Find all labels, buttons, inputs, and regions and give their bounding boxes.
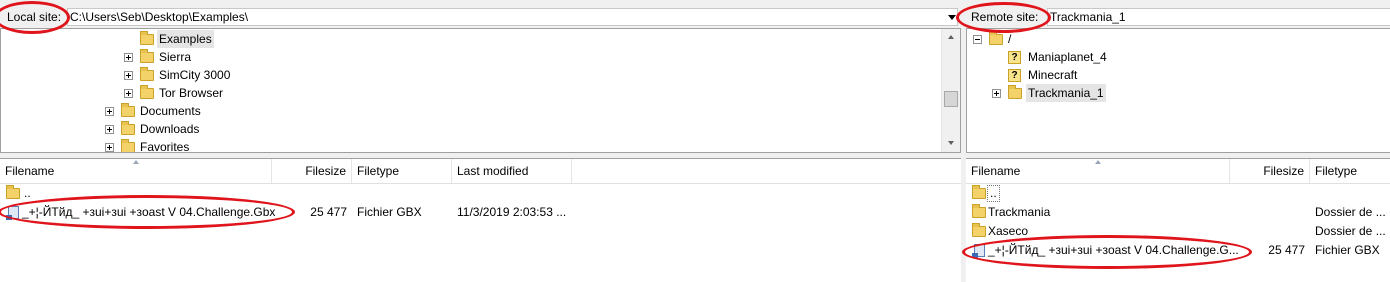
gbx-file-icon: [972, 244, 985, 258]
file-type: Dossier de ...: [1315, 205, 1386, 219]
tree-item-label: Sierra: [159, 50, 192, 64]
local-directory-tree[interactable]: Examples Sierra SimCity 3000 Tor Browser…: [0, 28, 961, 153]
column-filetype[interactable]: Filetype: [352, 159, 452, 183]
expand-icon[interactable]: [105, 143, 114, 152]
file-row-xaseco[interactable]: Xaseco Dossier de ...: [966, 222, 1390, 241]
tree-item-label: Documents: [140, 104, 201, 118]
column-last-modified[interactable]: Last modified: [452, 159, 572, 183]
column-filesize[interactable]: Filesize: [272, 159, 352, 183]
file-row-challenge-gbx[interactable]: _+¦-ЙТйд_ +зui+зui +зoast V 04.Challenge…: [0, 203, 961, 222]
remote-path-input[interactable]: Trackmania_1: [1047, 8, 1390, 26]
file-row-parent[interactable]: ..: [966, 184, 1390, 203]
remote-directory-tree[interactable]: / ? Maniaplanet_4 ? Minecraft Trackmania…: [966, 28, 1390, 153]
unknown-folder-icon: ?: [1008, 69, 1021, 82]
scroll-down-icon[interactable]: [948, 141, 954, 145]
tree-item-label: Favorites: [140, 140, 190, 153]
file-type: Fichier GBX: [357, 205, 422, 219]
file-row-parent[interactable]: ..: [0, 184, 961, 203]
file-name: _+¦-ЙТйд_ +зui+зui +зoast V 04.Challenge…: [22, 205, 276, 219]
expand-icon[interactable]: [124, 89, 133, 98]
tree-item-trackmania-1[interactable]: Trackmania_1: [967, 84, 1390, 102]
scroll-thumb[interactable]: [944, 91, 958, 107]
folder-icon: [140, 85, 154, 99]
folder-icon: [140, 67, 154, 81]
tree-item-simcity-3000[interactable]: SimCity 3000: [1, 66, 941, 84]
folder-icon: [1008, 85, 1022, 99]
tree-item-label: Trackmania_1: [1026, 84, 1106, 102]
sort-ascending-icon: [133, 160, 139, 164]
expand-icon[interactable]: [992, 89, 1001, 98]
folder-icon: [972, 204, 986, 218]
folder-icon: [989, 31, 1003, 45]
remote-site-label: Remote site:: [971, 10, 1039, 24]
local-tree-scrollbar[interactable]: [941, 29, 960, 152]
documents-folder-icon: [121, 103, 135, 117]
remote-file-list[interactable]: Filename Filesize Filetype .. Trackmania…: [966, 158, 1390, 282]
tree-item-label: Tor Browser: [159, 86, 224, 100]
tree-item-documents[interactable]: Documents: [1, 102, 941, 120]
tree-item-minecraft[interactable]: ? Minecraft: [967, 66, 1390, 84]
tree-item-label: Maniaplanet_4: [1028, 50, 1107, 64]
expand-icon[interactable]: [105, 125, 114, 134]
sort-ascending-icon: [1095, 160, 1101, 164]
folder-icon: [972, 185, 986, 199]
expand-icon[interactable]: [124, 53, 133, 62]
tree-item-maniaplanet-4[interactable]: ? Maniaplanet_4: [967, 48, 1390, 66]
remote-file-list-header: Filename Filesize Filetype: [966, 159, 1390, 184]
file-name: ..: [987, 185, 1000, 202]
file-row-challenge-gbx[interactable]: _+¦-ЙТйд_ +зui+зui +зoast V 04.Challenge…: [966, 241, 1390, 260]
folder-icon: [6, 185, 20, 199]
tree-item-label: /: [1008, 32, 1012, 46]
file-modified: 11/3/2019 2:03:53 ...: [457, 205, 567, 219]
gbx-file-icon: [6, 206, 19, 220]
folder-icon: [972, 223, 986, 237]
tree-item-root[interactable]: /: [967, 30, 1390, 48]
file-type: Fichier GBX: [1315, 243, 1380, 257]
tree-item-downloads[interactable]: Downloads: [1, 120, 941, 138]
file-name: _+¦-ЙТйд_ +зui+зui +зoast V 04.Challenge…: [988, 243, 1239, 257]
file-name: ..: [24, 186, 31, 200]
expand-icon[interactable]: [105, 107, 114, 116]
local-file-list-header: Filename Filesize Filetype Last modified: [0, 159, 961, 184]
tree-item-label: Downloads: [140, 122, 200, 136]
unknown-folder-icon: ?: [1008, 51, 1021, 64]
tree-item-label: Minecraft: [1028, 68, 1078, 82]
file-type: Dossier de ...: [1315, 224, 1386, 238]
local-path-input[interactable]: C:\Users\Seb\Desktop\Examples\: [67, 8, 958, 26]
tree-item-label: SimCity 3000: [159, 68, 231, 82]
file-name: Trackmania: [988, 205, 1051, 219]
local-file-list[interactable]: Filename Filesize Filetype Last modified…: [0, 158, 961, 282]
local-path-dropdown-icon[interactable]: [948, 15, 956, 20]
local-site-label: Local site:: [7, 10, 62, 24]
tree-item-favorites[interactable]: Favorites: [1, 138, 941, 153]
collapse-icon[interactable]: [973, 35, 982, 44]
folder-icon: [140, 31, 154, 45]
favorites-folder-icon: [121, 139, 135, 152]
tree-item-sierra[interactable]: Sierra: [1, 48, 941, 66]
file-row-trackmania[interactable]: Trackmania Dossier de ...: [966, 203, 1390, 222]
tree-item-label: Examples: [157, 30, 214, 48]
file-size: 25 477: [1268, 243, 1305, 257]
file-size: 25 477: [310, 205, 347, 219]
column-filetype[interactable]: Filetype: [1310, 159, 1390, 183]
file-name: Xaseco: [988, 224, 1029, 238]
scroll-up-icon[interactable]: [948, 35, 954, 39]
folder-icon: [140, 49, 154, 63]
downloads-folder-icon: [121, 121, 135, 135]
expand-icon[interactable]: [124, 71, 133, 80]
tree-item-tor-browser[interactable]: Tor Browser: [1, 84, 941, 102]
column-filesize[interactable]: Filesize: [1230, 159, 1310, 183]
tree-item-examples[interactable]: Examples: [1, 30, 941, 48]
